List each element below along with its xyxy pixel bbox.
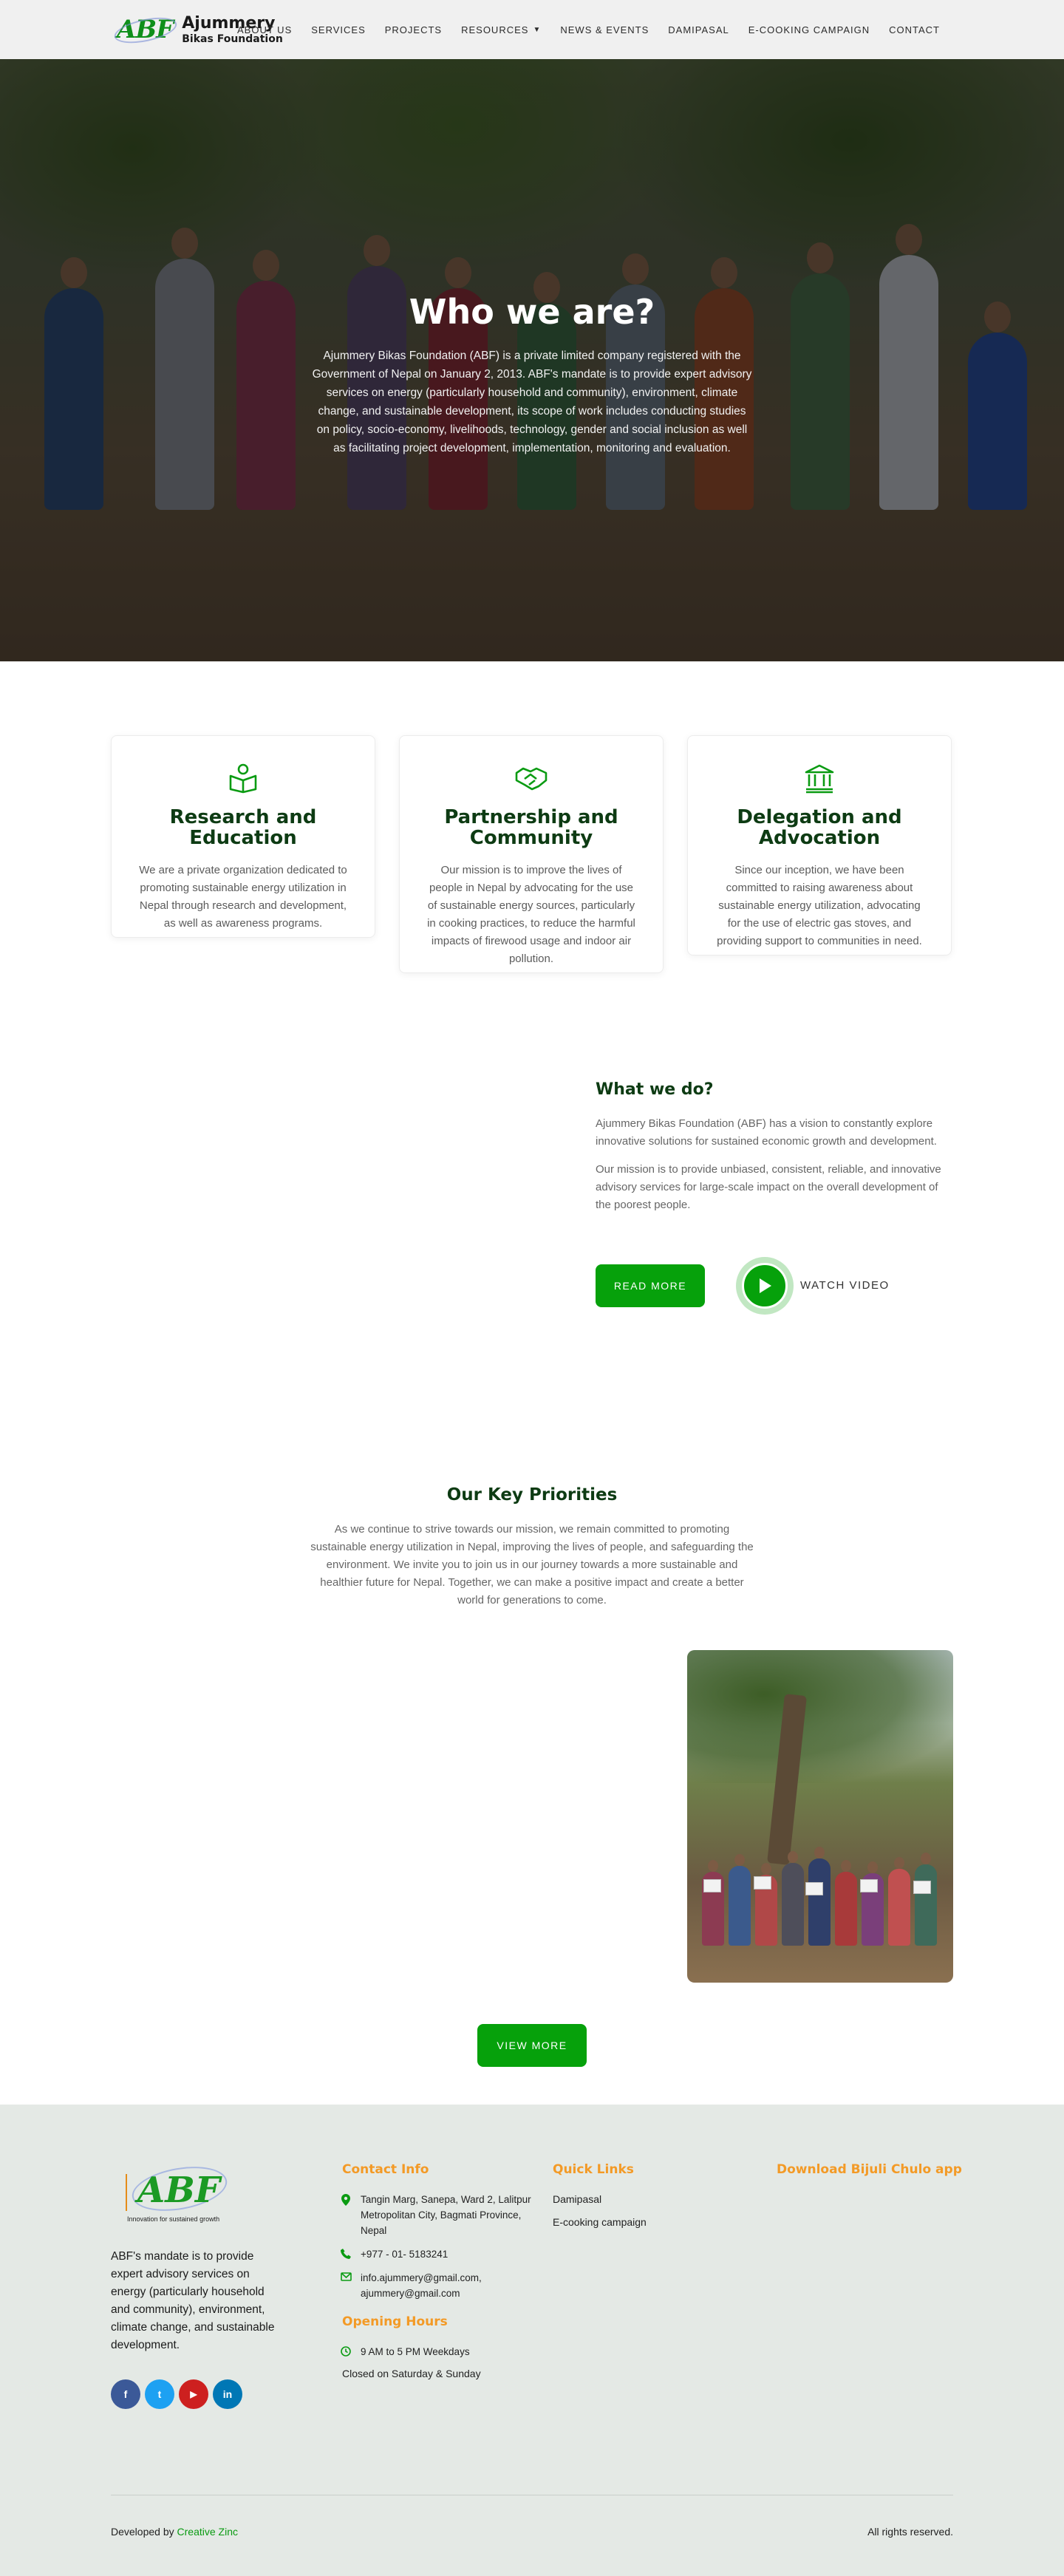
facebook-icon[interactable]: f (111, 2379, 140, 2409)
phone-row: +977 - 01- 5183241 (340, 2246, 532, 2262)
developed-by: Developed by Creative Zinc (111, 2526, 238, 2538)
read-more-button[interactable]: READ MORE (596, 1264, 705, 1307)
nav-resources[interactable]: RESOURCES ▼ (461, 24, 541, 35)
social-links: f t ▶ in (111, 2379, 242, 2409)
opening-hours-heading: Opening Hours (342, 2314, 448, 2329)
play-video-button[interactable] (736, 1257, 794, 1315)
clock-icon (340, 2344, 352, 2359)
footer-logo-mark: ABF (137, 2170, 220, 2211)
feature-title: Research and Education (169, 806, 317, 849)
nav-news-events[interactable]: NEWS & EVENTS (560, 24, 649, 35)
what-we-do-title: What we do? (596, 1080, 714, 1099)
footer-logo[interactable]: ABF Innovation for sustained growth (124, 2160, 235, 2230)
what-we-do-section: What we do? Ajummery Bikas Foundation (A… (596, 1080, 952, 1214)
youtube-icon[interactable]: ▶ (179, 2379, 208, 2409)
email-text[interactable]: info.ajummery@gmail.com, ajummery@gmail.… (361, 2270, 532, 2301)
developer-link[interactable]: Creative Zinc (177, 2526, 238, 2538)
feature-text: Since our inception, we have been commit… (717, 864, 922, 947)
nav-resources-label: RESOURCES (461, 24, 529, 35)
quick-link-e-cooking[interactable]: E-cooking campaign (553, 2216, 647, 2228)
key-priorities-title: Our Key Priorities (446, 1485, 618, 1505)
developed-by-label: Developed by (111, 2526, 174, 2538)
logo-mark: ABF (117, 15, 174, 44)
phone-icon (340, 2246, 352, 2262)
play-icon (742, 1263, 788, 1309)
address-row: Tangin Marg, Sanepa, Ward 2, Lalitpur Me… (340, 2192, 532, 2238)
view-more-button[interactable]: VIEW MORE (477, 2024, 587, 2067)
feature-text: We are a private organization dedicated … (139, 864, 347, 930)
footer-logo-tagline: Innovation for sustained growth (127, 2215, 220, 2223)
quick-links-heading: Quick Links (553, 2162, 634, 2177)
institution-icon (713, 763, 926, 794)
watch-video-link[interactable]: WATCH VIDEO (800, 1279, 890, 1292)
nav-contact[interactable]: CONTACT (889, 24, 940, 35)
key-priorities-text: As we continue to strive towards our mis… (310, 1523, 754, 1606)
feature-card-delegation: Delegation and Advocation Since our ince… (687, 735, 952, 955)
phone-text[interactable]: +977 - 01- 5183241 (361, 2246, 448, 2262)
handshake-icon (425, 763, 638, 794)
nav-about-us[interactable]: ABOUT US (237, 24, 292, 35)
closed-days-text: Closed on Saturday & Sunday (342, 2368, 481, 2379)
site-footer: ABF Innovation for sustained growth ABF'… (0, 2105, 1064, 2576)
hero-content: Who we are? Ajummery Bikas Foundation (A… (310, 292, 754, 457)
footer-about-text: ABF's mandate is to provide expert advis… (111, 2250, 275, 2351)
chevron-down-icon: ▼ (533, 25, 542, 34)
hours-row: 9 AM to 5 PM Weekdays (340, 2344, 532, 2359)
feature-title: Delegation and Advocation (737, 806, 902, 849)
nav-services[interactable]: SERVICES (311, 24, 366, 35)
nav-projects[interactable]: PROJECTS (385, 24, 442, 35)
community-photo (687, 1650, 953, 1983)
feature-text: Our mission is to improve the lives of p… (427, 864, 635, 965)
email-row: info.ajummery@gmail.com, ajummery@gmail.… (340, 2270, 532, 2301)
hero-section: Who we are? Ajummery Bikas Foundation (A… (0, 59, 1064, 661)
vision-text: Ajummery Bikas Foundation (ABF) has a vi… (596, 1117, 937, 1148)
main-nav: ABOUT US SERVICES PROJECTS RESOURCES ▼ NE… (237, 0, 940, 59)
twitter-icon[interactable]: t (145, 2379, 174, 2409)
nav-damipasal[interactable]: DAMIPASAL (668, 24, 729, 35)
download-app-heading[interactable]: Download Bijuli Chulo app (777, 2162, 962, 2177)
copyright-text: All rights reserved. (867, 2526, 953, 2538)
feature-title: Partnership and Community (444, 806, 618, 849)
site-header: ABF Ajummery Bikas Foundation ABOUT US S… (0, 0, 1064, 59)
hero-title: Who we are? (409, 292, 655, 332)
address-text: Tangin Marg, Sanepa, Ward 2, Lalitpur Me… (361, 2194, 531, 2236)
feature-card-research: Research and Education We are a private … (111, 735, 375, 938)
feature-card-partnership: Partnership and Community Our mission is… (399, 735, 664, 973)
map-pin-icon (340, 2192, 352, 2238)
contact-info-heading: Contact Info (342, 2162, 429, 2177)
quick-link-damipasal[interactable]: Damipasal (553, 2193, 601, 2205)
linkedin-icon[interactable]: in (213, 2379, 242, 2409)
nav-e-cooking-campaign[interactable]: E-COOKING CAMPAIGN (748, 24, 870, 35)
education-icon (137, 763, 349, 794)
hours-text: 9 AM to 5 PM Weekdays (361, 2346, 470, 2357)
hero-description: Ajummery Bikas Foundation (ABF) is a pri… (312, 350, 752, 454)
envelope-icon (340, 2270, 352, 2301)
mission-text: Our mission is to provide unbiased, cons… (596, 1163, 941, 1211)
